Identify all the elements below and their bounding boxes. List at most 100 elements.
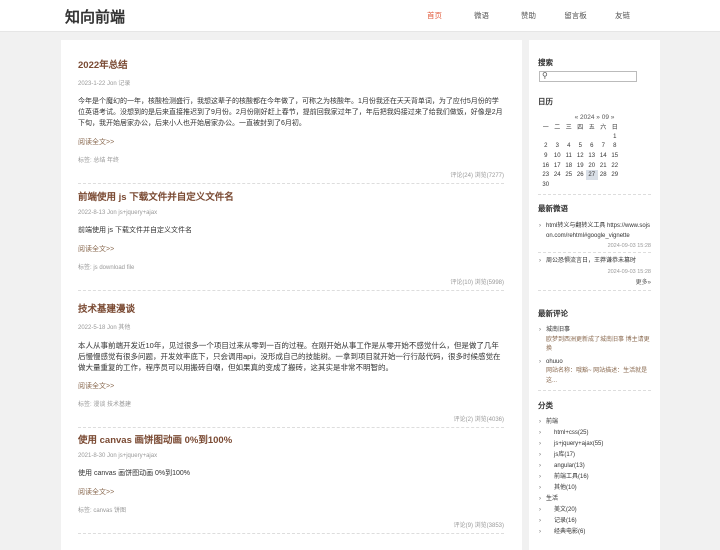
post-summary: 本人从事前端开发近10年，见过很多一个项目过来从零到一百的过程。在刚开始从事工作…	[78, 341, 501, 372]
calendar-day: 20	[588, 162, 596, 169]
post-divider	[78, 290, 504, 291]
post-date: 2023-1-22	[78, 81, 106, 87]
category-list: 前端 html+css(25) js+jquery+ajax(55) js库(1…	[538, 417, 651, 538]
comment-list: ohuuo	[538, 358, 651, 368]
search-title: 搜索	[538, 58, 553, 67]
post-item: 技术基建漫谈 2022-5-18 Jon 其他 本人从事前端开发近10年，见过很…	[78, 301, 504, 428]
search-icon: ⚲	[542, 71, 548, 80]
calendar-widget: 日历 « 2024 » 09 » 一 二 三 四 五 六 日 1 2 3 4 5…	[538, 96, 651, 195]
calendar-day: 17	[553, 162, 561, 169]
category-item[interactable]: 前端	[538, 417, 651, 428]
post-stats[interactable]: 评论(2) 浏览(4036)	[78, 414, 504, 423]
category-item[interactable]: js+jquery+ajax(55)	[538, 439, 651, 450]
post-stats[interactable]: 评论(9) 浏览(3853)	[78, 520, 504, 529]
post-category[interactable]: js+jquery+ajax	[118, 210, 157, 216]
calendar-week: 1	[540, 132, 621, 142]
read-more-link[interactable]: 阅读全文>>	[78, 137, 504, 147]
post-title[interactable]: 技术基建漫谈	[78, 301, 504, 315]
weekday: 五	[588, 125, 595, 132]
calendar-day	[552, 132, 564, 142]
post-tags[interactable]: 标签: canvas 饼图	[78, 505, 504, 514]
post-stats[interactable]: 评论(24) 浏览(7277)	[78, 170, 504, 179]
post-category[interactable]: 其他	[118, 325, 130, 331]
category-item[interactable]: 记录(16)	[538, 516, 651, 527]
post-title[interactable]: 前端使用 js 下载文件并自定义文件名	[78, 189, 504, 203]
category-item[interactable]: html+css(25)	[538, 428, 651, 439]
post-tags[interactable]: 标签: 漫谈 技术基建	[78, 399, 504, 408]
post-date: 2022-5-18	[78, 325, 106, 331]
site-logo[interactable]: 知向前端	[65, 6, 125, 27]
calendar-week: 23 24 25 26 27 28 29	[540, 170, 621, 181]
calendar-day	[586, 180, 598, 190]
category-item[interactable]: 美文(20)	[538, 505, 651, 516]
post-category[interactable]: 记录	[118, 81, 130, 87]
post-stats[interactable]: 评论(10) 浏览(5998)	[78, 277, 504, 286]
calendar-day: 23	[542, 172, 550, 179]
weekday: 六	[600, 125, 607, 132]
read-more-link[interactable]: 阅读全文>>	[78, 487, 504, 497]
weekday: 四	[577, 125, 584, 132]
calendar-day: 9	[544, 152, 548, 159]
category-item[interactable]: js库(17)	[538, 450, 651, 461]
calendar-day: 29	[611, 172, 619, 179]
comment-text[interactable]: 欧梦到西洲更新成了城南旧事 博主请更换	[538, 336, 651, 355]
post-category[interactable]: js+jquery+ajax	[118, 453, 157, 459]
category-item[interactable]: 经典电影(6)	[538, 527, 651, 538]
calendar-day	[609, 180, 621, 190]
nav-home[interactable]: 首页	[411, 0, 458, 32]
sidebar-divider	[538, 193, 651, 195]
calendar-day	[563, 180, 575, 190]
nav-weiyu[interactable]: 微语	[458, 0, 505, 32]
calendar-day: 6	[590, 143, 594, 150]
calendar-day: 24	[553, 172, 561, 179]
comment-user[interactable]: 城南旧事	[538, 326, 651, 336]
post-author[interactable]: Jon	[107, 81, 117, 87]
category-item[interactable]: 生活	[538, 494, 651, 505]
categories-title: 分类	[538, 401, 553, 410]
category-item[interactable]: 其他(10)	[538, 483, 651, 494]
sidebar-divider	[538, 390, 651, 391]
calendar-day: 28	[599, 172, 607, 179]
calendar-title: 日历	[538, 97, 553, 106]
post-author[interactable]: Jon	[107, 453, 117, 459]
post-title[interactable]: 使用 canvas 画饼图动画 0%到100%	[78, 432, 504, 446]
calendar-day: 2	[544, 143, 548, 150]
post-author[interactable]: Jon	[107, 325, 117, 331]
sidebar-divider	[538, 289, 651, 291]
calendar-day: 30	[542, 181, 550, 188]
calendar-day: 5	[578, 143, 582, 150]
calendar-day: 18	[565, 162, 573, 169]
categories-widget: 分类 前端 html+css(25) js+jquery+ajax(55) js…	[538, 400, 651, 538]
calendar-day	[540, 132, 552, 142]
calendar-day: 8	[613, 143, 617, 150]
category-item[interactable]: 前端工具(16)	[538, 472, 651, 483]
calendar-week: 30	[540, 180, 621, 190]
nav-links[interactable]: 友链	[599, 0, 646, 32]
post-tags[interactable]: 标签: 总结 年终	[78, 155, 504, 164]
comment-user[interactable]: ohuuo	[538, 358, 651, 368]
read-more-link[interactable]: 阅读全文>>	[78, 244, 504, 254]
calendar-week: 2 3 4 5 6 7 8	[540, 141, 621, 151]
weiyu-more-link[interactable]: 更多»	[538, 277, 651, 286]
calendar-day: 15	[611, 152, 619, 159]
comment-text[interactable]: 网站名称：哦豁~ 网站描述：生活就是这...	[538, 367, 651, 386]
category-item[interactable]: angular(13)	[538, 461, 651, 472]
calendar-nav[interactable]: « 2024 » 09 »	[538, 114, 651, 121]
post-item: 使用 canvas 画饼图动画 0%到100% 2021-8-30 Jon js…	[78, 432, 504, 534]
calendar-week: 16 17 18 19 20 21 22	[540, 161, 621, 171]
post-tags[interactable]: 标签: js download file	[78, 262, 504, 271]
calendar-day: 14	[599, 152, 607, 159]
weiyu-widget: 最新微语 html转义与翻转义工具 https://www.sojson.com…	[538, 203, 651, 291]
post-author[interactable]: Jon	[107, 210, 117, 216]
nav-sponsor[interactable]: 赞助	[505, 0, 552, 32]
calendar-day: 22	[611, 162, 619, 169]
calendar-day: 13	[588, 152, 596, 159]
search-input[interactable]: ⚲	[539, 71, 637, 82]
post-title[interactable]: 2022年总结	[78, 57, 504, 71]
top-bar: 知向前端 首页 微语 赞助 留言板 友链	[0, 0, 720, 32]
weiyu-list: 周公恐惧流言日，王莽谦恭未篡时	[538, 257, 651, 267]
comments-widget: 最新评论 城南旧事 欧梦到西洲更新成了城南旧事 博主请更换 ohuuo 网站名称…	[538, 308, 651, 391]
calendar-table: 一 二 三 四 五 六 日 1 2 3 4 5 6 7 8 9 10 11 12…	[540, 122, 621, 190]
read-more-link[interactable]: 阅读全文>>	[78, 381, 504, 391]
nav-guestbook[interactable]: 留言板	[552, 0, 599, 32]
